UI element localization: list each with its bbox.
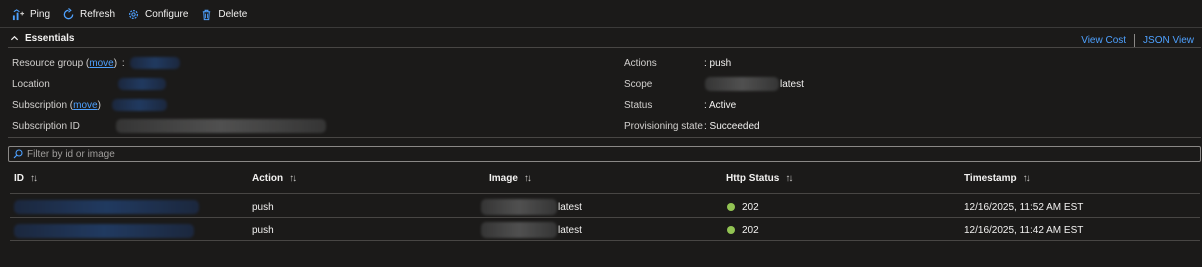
resource-group-move-link[interactable]: move xyxy=(89,58,113,69)
resource-group-label: Resource group xyxy=(12,58,84,69)
subscription-label: Subscription xyxy=(12,100,68,111)
row-divider xyxy=(10,217,1200,218)
filter-box[interactable] xyxy=(8,146,1201,162)
redacted-subscription-id xyxy=(116,119,326,133)
essentials-toggle[interactable]: Essentials xyxy=(10,33,74,44)
scope-label: Scope xyxy=(624,79,653,90)
row-timestamp: 12/16/2025, 11:42 AM EST xyxy=(964,225,1084,236)
header-divider xyxy=(10,193,1200,194)
status-ok-icon xyxy=(727,203,735,211)
sort-icon: ↑↓ xyxy=(1022,173,1031,184)
toolbar-divider xyxy=(0,27,1202,28)
delete-label: Delete xyxy=(218,8,248,20)
row-action: push xyxy=(252,225,274,236)
refresh-icon xyxy=(63,7,74,19)
filter-input[interactable] xyxy=(27,148,427,160)
column-header-action[interactable]: Action ↑↓ xyxy=(252,173,297,184)
refresh-label: Refresh xyxy=(80,8,116,20)
status-property: Status : Active xyxy=(624,100,736,111)
scope-property: Scope latest xyxy=(624,79,804,90)
location-label: Location xyxy=(12,79,50,90)
actions-property: Actions : push xyxy=(624,58,731,69)
view-cost-link[interactable]: View Cost xyxy=(1081,35,1126,46)
row-divider xyxy=(10,240,1200,241)
link-divider xyxy=(1134,34,1136,47)
refresh-button[interactable]: Refresh xyxy=(62,7,116,21)
status-ok-icon xyxy=(727,226,735,234)
status-label: Status xyxy=(624,100,653,111)
subscription-id-property: Subscription ID xyxy=(12,121,80,132)
sort-icon: ↑↓ xyxy=(785,173,793,184)
redacted-image xyxy=(481,222,557,238)
essentials-title: Essentials xyxy=(25,33,75,44)
row-http-status: 202 xyxy=(727,202,759,213)
configure-button[interactable]: Configure xyxy=(127,8,188,21)
essentials-links: View Cost JSON View xyxy=(1081,34,1194,47)
redacted-location xyxy=(118,78,166,90)
redacted-id-link[interactable] xyxy=(14,224,194,238)
subscription-id-label: Subscription ID xyxy=(12,121,80,132)
provisioning-label: Provisioning state xyxy=(624,121,703,132)
configure-label: Configure xyxy=(145,8,189,20)
subscription-move-link[interactable]: move xyxy=(73,100,97,111)
column-header-id[interactable]: ID ↑↓ xyxy=(14,173,38,184)
resource-group-property: Resource group (move) : xyxy=(12,58,125,69)
scope-value: latest xyxy=(780,79,804,90)
essentials-divider xyxy=(8,47,1201,48)
ping-label: Ping xyxy=(30,8,51,20)
row-image-tag: latest xyxy=(558,225,582,236)
column-header-timestamp[interactable]: Timestamp ↑↓ xyxy=(964,173,1031,184)
redacted-resource-group xyxy=(130,57,180,69)
provisioning-property: Provisioning state : Succeeded xyxy=(624,121,760,132)
row-image-tag: latest xyxy=(558,202,582,213)
location-property: Location xyxy=(12,79,50,90)
redacted-subscription xyxy=(112,99,167,111)
redacted-scope xyxy=(705,77,779,91)
row-http-status: 202 xyxy=(727,225,759,236)
actions-label: Actions xyxy=(624,58,657,69)
trash-icon xyxy=(203,9,211,20)
command-bar: Ping Refresh Configure Delete xyxy=(0,0,1202,28)
actions-value: : push xyxy=(704,58,732,69)
sort-icon: ↑↓ xyxy=(30,173,38,184)
row-timestamp: 12/16/2025, 11:52 AM EST xyxy=(964,202,1084,213)
delete-button[interactable]: Delete xyxy=(200,8,247,21)
redacted-image xyxy=(481,199,557,215)
json-view-link[interactable]: JSON View xyxy=(1143,35,1194,46)
gear-icon xyxy=(129,9,139,19)
sort-icon: ↑↓ xyxy=(523,173,532,184)
search-icon xyxy=(13,149,23,159)
row-action: push xyxy=(252,202,274,213)
provisioning-value: : Succeeded xyxy=(704,121,760,132)
status-value: : Active xyxy=(704,100,737,111)
column-header-image[interactable]: Image ↑↓ xyxy=(489,173,532,184)
subscription-property: Subscription (move) xyxy=(12,100,101,111)
column-header-http-status[interactable]: Http Status ↑↓ xyxy=(726,173,793,184)
ping-icon xyxy=(12,8,25,20)
ping-button[interactable]: Ping xyxy=(12,8,50,21)
redacted-id-link[interactable] xyxy=(14,200,199,214)
chevron-up-icon xyxy=(10,35,19,41)
sort-icon: ↑↓ xyxy=(289,173,297,184)
essentials-bottom-divider xyxy=(8,137,1201,138)
